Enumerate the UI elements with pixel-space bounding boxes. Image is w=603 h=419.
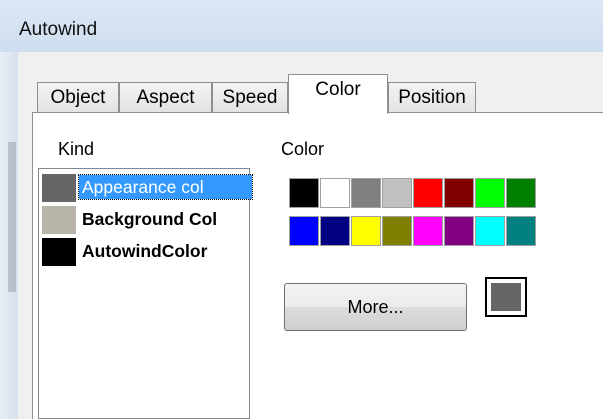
- color-swatch[interactable]: [382, 178, 412, 208]
- color-swatch[interactable]: [413, 178, 443, 208]
- current-color-preview: [485, 277, 527, 317]
- color-swatch: [42, 206, 76, 234]
- color-swatch[interactable]: [351, 216, 381, 246]
- window-left-border: [0, 52, 18, 419]
- color-swatch[interactable]: [444, 216, 474, 246]
- color-swatch[interactable]: [351, 178, 381, 208]
- list-item[interactable]: Appearance col: [39, 171, 253, 202]
- color-swatch[interactable]: [413, 216, 443, 246]
- list-item[interactable]: AutowindColor: [39, 235, 249, 266]
- color-swatch: [42, 174, 76, 202]
- tab-color[interactable]: Color: [288, 74, 388, 114]
- window-title: Autowind: [19, 19, 98, 40]
- color-swatch[interactable]: [444, 178, 474, 208]
- color-swatch[interactable]: [320, 178, 350, 208]
- current-color-swatch: [491, 283, 521, 311]
- tab-position[interactable]: Position: [388, 82, 476, 112]
- title-bar: Autowind: [0, 0, 603, 52]
- kind-listbox[interactable]: Appearance col Background Col AutowindCo…: [38, 168, 253, 419]
- tab-object[interactable]: Object: [37, 82, 119, 112]
- color-swatch: [42, 238, 76, 266]
- list-item[interactable]: Background Col: [39, 203, 249, 234]
- kind-label: Kind: [58, 139, 95, 159]
- list-item-label: Background Col: [82, 209, 218, 229]
- color-swatch[interactable]: [475, 178, 505, 208]
- color-swatch[interactable]: [320, 216, 350, 246]
- more-colors-button[interactable]: More...: [284, 283, 467, 331]
- list-item-label: Appearance col: [78, 174, 253, 200]
- color-swatch[interactable]: [506, 216, 536, 246]
- tab-aspect[interactable]: Aspect: [119, 82, 212, 112]
- color-swatch[interactable]: [289, 216, 319, 246]
- color-label: Color: [281, 139, 325, 159]
- color-swatch[interactable]: [475, 216, 505, 246]
- tab-speed[interactable]: Speed: [212, 82, 288, 112]
- color-swatch[interactable]: [506, 178, 536, 208]
- list-item-label: AutowindColor: [82, 241, 208, 261]
- color-swatch[interactable]: [382, 216, 412, 246]
- color-swatch[interactable]: [289, 178, 319, 208]
